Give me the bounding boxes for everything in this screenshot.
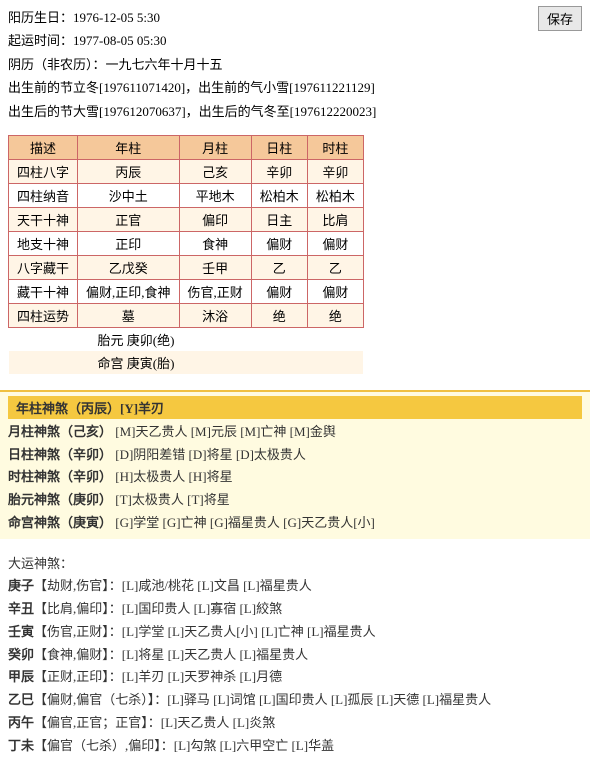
shensha-line: 时柱神煞（辛卯） [H]太极贵人 [H]将星 [8, 466, 582, 489]
table-cell-month: 平地木 [179, 183, 251, 207]
shensha-lines: 月柱神煞（己亥） [M]天乙贵人 [M]元辰 [M]亡神 [M]金舆日柱神煞（辛… [8, 421, 582, 535]
table-cell-year: 墓 [78, 303, 180, 327]
save-button[interactable]: 保存 [538, 6, 582, 31]
table-cell-day: 日主 [251, 207, 307, 231]
table-cell-label: 八字藏干 [9, 255, 78, 279]
table-cell-label: 藏干十神 [9, 279, 78, 303]
dayun-line: 乙巳【偏财,偏官（七杀）】：[L]驿马 [L]词馆 [L]国印贵人 [L]孤辰 … [8, 689, 582, 712]
table-cell-year: 正官 [78, 207, 180, 231]
table-cell-day: 乙 [251, 255, 307, 279]
lunar-line: 阴历（非农历）：一九七六年十月十五 [8, 53, 582, 76]
dayun-line: 癸卯【食神,偏财】：[L]将星 [L]天乙贵人 [L]福星贵人 [8, 644, 582, 667]
table-cell-year: 沙中土 [78, 183, 180, 207]
table-cell-hour: 偏财 [307, 231, 363, 255]
table-row: 四柱运势墓沐浴绝绝 [9, 303, 364, 327]
dayun-title: 大运神煞： [8, 553, 582, 576]
col-header-hour: 时柱 [307, 135, 363, 159]
dayun-line: 庚子【劫财,伤官】：[L]咸池/桃花 [L]文昌 [L]福星贵人 [8, 575, 582, 598]
col-header-desc: 描述 [9, 135, 78, 159]
table-cell-month: 己亥 [179, 159, 251, 183]
table-cell-hour: 绝 [307, 303, 363, 327]
table-cell-year: 偏财,正印,食神 [78, 279, 180, 303]
table-cell-month: 沐浴 [179, 303, 251, 327]
start-luck-line: 起运时间：1977-08-05 05:30 [8, 29, 582, 52]
table-cell-label: 天干十神 [9, 207, 78, 231]
table-extra-row: 胎元 庚卯(绝) [9, 327, 364, 351]
shensha-line: 命宫神煞（庚寅） [G]学堂 [G]亡神 [G]福星贵人 [G]天乙贵人[小] [8, 512, 582, 535]
dayun-section: 大运神煞： 庚子【劫财,伤官】：[L]咸池/桃花 [L]文昌 [L]福星贵人辛丑… [0, 549, 590, 761]
table-row: 藏干十神偏财,正印,食神伤官,正财偏财偏财 [9, 279, 364, 303]
dayun-line: 壬寅【伤官,正财】：[L]学堂 [L]天乙贵人[小] [L]亡神 [L]福星贵人 [8, 621, 582, 644]
table-cell-label: 四柱运势 [9, 303, 78, 327]
table-cell-year: 乙戊癸 [78, 255, 180, 279]
table-row: 四柱纳音沙中土平地木松柏木松柏木 [9, 183, 364, 207]
dayun-line: 丙午【偏官,正官；正官】：[L]天乙贵人 [L]炎煞 [8, 712, 582, 735]
table-cell-day: 偏财 [251, 279, 307, 303]
four-pillar-table: 描述 年柱 月柱 日柱 时柱 四柱八字丙辰己亥辛卯辛卯四柱纳音沙中土平地木松柏木… [8, 135, 364, 374]
table-cell-day: 辛卯 [251, 159, 307, 183]
table-row: 天干十神正官偏印日主比肩 [9, 207, 364, 231]
start-luck-value: 1977-08-05 05:30 [73, 33, 167, 48]
col-header-month: 月柱 [179, 135, 251, 159]
table-cell-hour: 乙 [307, 255, 363, 279]
dayun-line: 甲辰【正财,正印】：[L]羊刃 [L]天罗神杀 [L]月德 [8, 666, 582, 689]
dayun-line: 丁未【偏官（七杀）,偏印】：[L]勾煞 [L]六甲空亡 [L]华盖 [8, 735, 582, 758]
table-cell-year: 丙辰 [78, 159, 180, 183]
lunar-label: 阴历（非农历）： [8, 57, 106, 72]
table-cell-month: 食神 [179, 231, 251, 255]
col-header-year: 年柱 [78, 135, 180, 159]
section-divider2 [0, 539, 590, 549]
table-cell-label: 地支十神 [9, 231, 78, 255]
table-cell-day: 偏财 [251, 231, 307, 255]
table-row: 地支十神正印食神偏财偏财 [9, 231, 364, 255]
table-cell-month: 壬甲 [179, 255, 251, 279]
shensha-line: 月柱神煞（己亥） [M]天乙贵人 [M]元辰 [M]亡神 [M]金舆 [8, 421, 582, 444]
festival-line2: 出生后的节大雪[197612070637]，出生后的气冬至[1976122200… [8, 100, 582, 123]
solar-birthday-label: 阳历生日： [8, 10, 73, 25]
table-cell-hour: 松柏木 [307, 183, 363, 207]
table-cell-hour: 比肩 [307, 207, 363, 231]
lunar-value: 一九七六年十月十五 [106, 57, 223, 72]
shensha-section: 年柱神煞（丙辰）[Y]羊刃 月柱神煞（己亥） [M]天乙贵人 [M]元辰 [M]… [0, 390, 590, 539]
table-row: 八字藏干乙戊癸壬甲乙乙 [9, 255, 364, 279]
dayun-line: 辛丑【比肩,偏印】：[L]国印贵人 [L]寡宿 [L]絞煞 [8, 598, 582, 621]
table-extra-row: 命宫 庚寅(胎) [9, 351, 364, 374]
table-cell-hour: 辛卯 [307, 159, 363, 183]
table-cell-year: 正印 [78, 231, 180, 255]
top-section: 保存 阳历生日：1976-12-05 5:30 起运时间：1977-08-05 … [0, 0, 590, 129]
festival-line1: 出生前的节立冬[197611071420]，出生前的气小雪[1976112211… [8, 76, 582, 99]
section-divider [0, 380, 590, 390]
table-cell-label: 四柱纳音 [9, 183, 78, 207]
shensha-line: 胎元神煞（庚卯） [T]太极贵人 [T]将星 [8, 489, 582, 512]
shensha-line: 日柱神煞（辛卯） [D]阴阳差错 [D]将星 [D]太极贵人 [8, 444, 582, 467]
solar-birthday-line: 阳历生日：1976-12-05 5:30 [8, 6, 582, 29]
table-cell-month: 伤官,正财 [179, 279, 251, 303]
table-cell-label: 四柱八字 [9, 159, 78, 183]
table-cell-month: 偏印 [179, 207, 251, 231]
year-shensha-header: 年柱神煞（丙辰）[Y]羊刃 [8, 396, 582, 419]
col-header-day: 日柱 [251, 135, 307, 159]
table-cell-day: 绝 [251, 303, 307, 327]
table-cell-hour: 偏财 [307, 279, 363, 303]
start-luck-label: 起运时间： [8, 33, 73, 48]
table-row: 四柱八字丙辰己亥辛卯辛卯 [9, 159, 364, 183]
table-cell-day: 松柏木 [251, 183, 307, 207]
dayun-lines: 庚子【劫财,伤官】：[L]咸池/桃花 [L]文昌 [L]福星贵人辛丑【比肩,偏印… [8, 575, 582, 757]
solar-birthday-value: 1976-12-05 5:30 [73, 10, 160, 25]
